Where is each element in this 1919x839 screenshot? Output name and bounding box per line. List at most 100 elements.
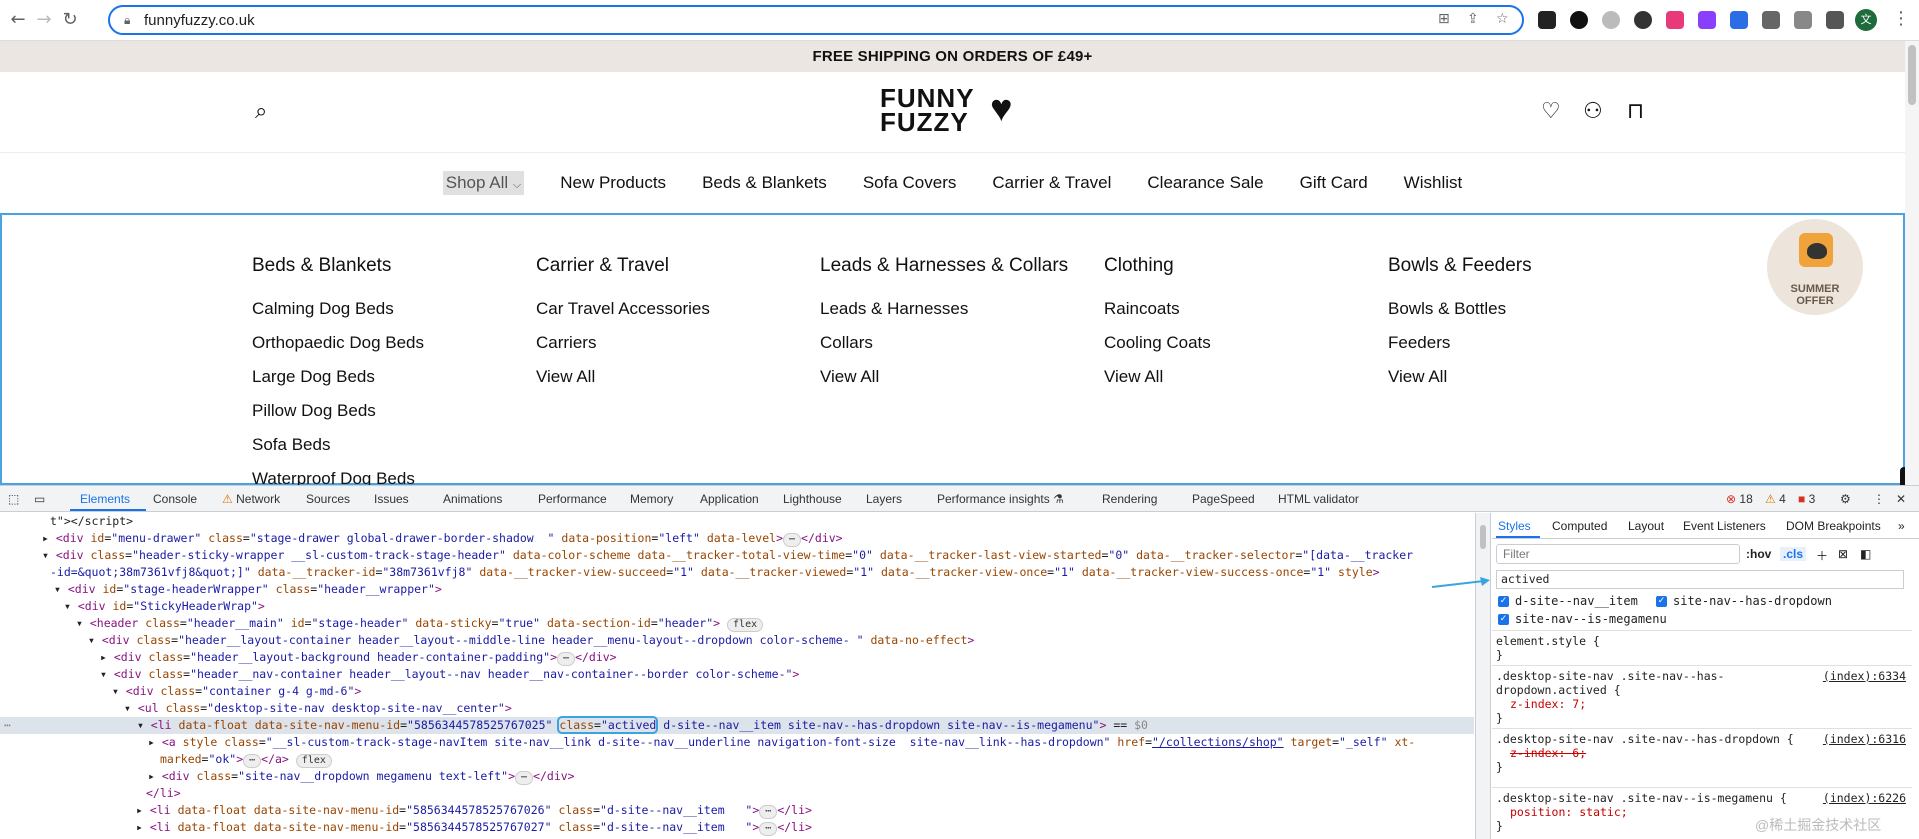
tab-pagespeed[interactable]: PageSpeed bbox=[1192, 492, 1255, 506]
new-rule-icon[interactable]: ＋ bbox=[1816, 547, 1828, 564]
dom-row[interactable]: marked="ok"> ⋯ </a> flex bbox=[0, 751, 1474, 768]
css-source-link[interactable]: (index):6334 bbox=[1823, 669, 1906, 683]
extension-icon-6[interactable] bbox=[1698, 11, 1716, 29]
share-icon[interactable]: ⇪ bbox=[1467, 11, 1479, 27]
dom-row[interactable]: ▾ <ul class="desktop-site-nav desktop-si… bbox=[0, 700, 1474, 717]
extension-icon-7[interactable] bbox=[1730, 11, 1748, 29]
mega-link[interactable]: Bowls & Bottles bbox=[1388, 297, 1532, 331]
extension-icon-4[interactable] bbox=[1634, 11, 1652, 29]
paint-icon[interactable]: ⊠ bbox=[1838, 547, 1848, 561]
page-scrollbar[interactable] bbox=[1905, 41, 1919, 485]
mega-link[interactable]: View All bbox=[1104, 365, 1211, 399]
dom-row[interactable]: ▸ <li data-float data-site-nav-menu-id="… bbox=[0, 802, 1474, 819]
account-icon[interactable]: ⚇ bbox=[1583, 100, 1603, 124]
device-toolbar-icon[interactable]: ▭ bbox=[34, 492, 45, 506]
tab-layout[interactable]: Layout bbox=[1628, 519, 1664, 533]
tab-computed[interactable]: Computed bbox=[1552, 519, 1607, 533]
mega-heading[interactable]: Carrier & Travel bbox=[536, 255, 710, 277]
dom-row[interactable]: ▸ <div id="menu-drawer" class="stage-dra… bbox=[0, 530, 1474, 547]
error-count[interactable]: ⊗ 18 bbox=[1726, 492, 1753, 506]
issue-count[interactable]: ■ 3 bbox=[1798, 492, 1815, 506]
close-devtools-icon[interactable]: ✕ bbox=[1896, 492, 1906, 506]
mega-heading[interactable]: Beds & Blankets bbox=[252, 255, 424, 277]
search-icon[interactable]: ⌕ bbox=[255, 100, 267, 124]
tab-issues[interactable]: Issues bbox=[374, 492, 409, 506]
css-declaration-overridden[interactable]: z-index: 6; bbox=[1510, 746, 1908, 760]
tab-html-validator[interactable]: HTML validator bbox=[1278, 492, 1359, 506]
tab-sources[interactable]: Sources bbox=[306, 492, 350, 506]
mega-link[interactable]: Calming Dog Beds bbox=[252, 297, 424, 331]
wishlist-heart-icon[interactable]: ♡ bbox=[1541, 100, 1561, 124]
tab-lighthouse[interactable]: Lighthouse bbox=[783, 492, 842, 506]
translate-icon[interactable]: ⊞ bbox=[1438, 11, 1450, 27]
scrollbar-thumb[interactable] bbox=[1908, 45, 1916, 105]
mega-heading[interactable]: Bowls & Feeders bbox=[1388, 255, 1532, 277]
dom-row[interactable]: ▾ <div class="header-sticky-wrapper __sl… bbox=[0, 547, 1474, 564]
profile-avatar[interactable]: 文 bbox=[1855, 9, 1877, 31]
mega-link[interactable]: Orthopaedic Dog Beds bbox=[252, 331, 424, 365]
css-rule[interactable]: .desktop-site-nav .site-nav--has-dropdow… bbox=[1492, 665, 1912, 727]
css-declaration[interactable]: z-index: 7; bbox=[1510, 697, 1908, 711]
mega-link[interactable]: Feeders bbox=[1388, 331, 1532, 365]
mega-link[interactable]: View All bbox=[820, 365, 1068, 399]
sidebar-toggle-icon[interactable]: ◧ bbox=[1860, 547, 1871, 561]
dom-row[interactable]: -id=&quot;38m7361vfj8&quot;]" data-__tra… bbox=[0, 564, 1474, 581]
mega-link[interactable]: Raincoats bbox=[1104, 297, 1211, 331]
reload-icon[interactable]: ↻ bbox=[58, 8, 82, 32]
address-bar[interactable]: 🔒︎ funnyfuzzy.co.uk ⊞ ⇪ ☆ bbox=[108, 5, 1524, 35]
nav-sofa-covers[interactable]: Sofa Covers bbox=[863, 173, 957, 193]
dom-row[interactable]: ▸ <a style class="__sl-custom-track-stag… bbox=[0, 734, 1474, 751]
panel-splitter[interactable] bbox=[1475, 513, 1491, 839]
mega-link[interactable]: View All bbox=[1388, 365, 1532, 399]
dom-row[interactable]: ▸ <li data-float data-site-nav-menu-id="… bbox=[0, 819, 1474, 836]
browser-menu-icon[interactable]: ⋮ bbox=[1892, 8, 1910, 29]
hov-toggle[interactable]: :hov bbox=[1746, 547, 1771, 561]
tab-animations[interactable]: Animations bbox=[443, 492, 502, 506]
dom-row[interactable]: ▾ <div class="header__layout-container h… bbox=[0, 632, 1474, 649]
splitter-grip[interactable] bbox=[1480, 525, 1486, 549]
more-tabs-icon[interactable]: » bbox=[1898, 519, 1905, 533]
extensions-puzzle-icon[interactable] bbox=[1762, 11, 1780, 29]
dom-row-selected[interactable]: ⋯ ▾ <li data-float data-site-nav-menu-id=… bbox=[0, 716, 1474, 734]
mega-link[interactable]: Cooling Coats bbox=[1104, 331, 1211, 365]
class-checkbox[interactable]: ✓ site-nav--has-dropdown bbox=[1656, 594, 1832, 608]
more-options-icon[interactable]: ⋮ bbox=[1873, 492, 1885, 506]
class-checkbox[interactable]: ✓ d-site--nav__item bbox=[1498, 594, 1638, 608]
url-text[interactable]: funnyfuzzy.co.uk bbox=[144, 12, 255, 29]
class-checkbox[interactable]: ✓ site-nav--is-megamenu bbox=[1498, 612, 1667, 626]
css-source-link[interactable]: (index):6316 bbox=[1823, 732, 1906, 746]
mega-link[interactable]: Carriers bbox=[536, 331, 710, 365]
nav-shop-all[interactable]: Shop All ⌵ bbox=[442, 170, 525, 195]
nav-gift-card[interactable]: Gift Card bbox=[1300, 173, 1368, 193]
add-class-input[interactable]: actived bbox=[1496, 570, 1904, 589]
cart-bag-icon[interactable]: ⊓ bbox=[1627, 100, 1644, 124]
tab-network[interactable]: ⚠ Network bbox=[222, 492, 280, 506]
tab-application[interactable]: Application bbox=[700, 492, 759, 506]
dom-row[interactable]: ▸ <div class="header__layout-background … bbox=[0, 649, 1474, 666]
mega-heading[interactable]: Clothing bbox=[1104, 255, 1211, 277]
mega-link[interactable]: Leads & Harnesses bbox=[820, 297, 1068, 331]
dom-row[interactable]: ▾ <div class="container g-4 g-md-6"> bbox=[0, 683, 1474, 700]
css-rule[interactable]: element.style { } bbox=[1492, 630, 1912, 664]
extension-icon-1[interactable] bbox=[1538, 11, 1556, 29]
summer-offer-badge[interactable]: SUMMER OFFER bbox=[1767, 219, 1863, 315]
mega-link[interactable]: Pillow Dog Beds bbox=[252, 399, 424, 433]
mega-link[interactable]: Large Dog Beds bbox=[252, 365, 424, 399]
forward-icon[interactable]: → bbox=[32, 8, 56, 32]
nav-carrier-travel[interactable]: Carrier & Travel bbox=[992, 173, 1111, 193]
tab-dom-breakpoints[interactable]: DOM Breakpoints bbox=[1786, 519, 1881, 533]
dom-row[interactable]: </li> bbox=[0, 785, 1474, 802]
nav-clearance-sale[interactable]: Clearance Sale bbox=[1147, 173, 1263, 193]
tab-event-listeners[interactable]: Event Listeners bbox=[1683, 519, 1766, 533]
tab-rendering[interactable]: Rendering bbox=[1102, 492, 1157, 506]
tab-performance[interactable]: Performance bbox=[538, 492, 607, 506]
mega-link[interactable]: Waterproof Dog Beds bbox=[252, 467, 424, 485]
settings-gear-icon[interactable]: ⚙ bbox=[1840, 492, 1851, 506]
dom-row[interactable]: t"></script> bbox=[0, 513, 1474, 530]
tab-memory[interactable]: Memory bbox=[630, 492, 673, 506]
tab-performance-insights[interactable]: Performance insights ⚗ bbox=[937, 492, 1064, 506]
site-logo[interactable]: FUNNY FUZZY ♥ bbox=[880, 85, 1030, 136]
dom-row[interactable]: ▾ <div id="StickyHeaderWrap"> bbox=[0, 598, 1474, 615]
extension-icon-2[interactable] bbox=[1570, 11, 1588, 29]
mega-link[interactable]: Sofa Beds bbox=[252, 433, 424, 467]
